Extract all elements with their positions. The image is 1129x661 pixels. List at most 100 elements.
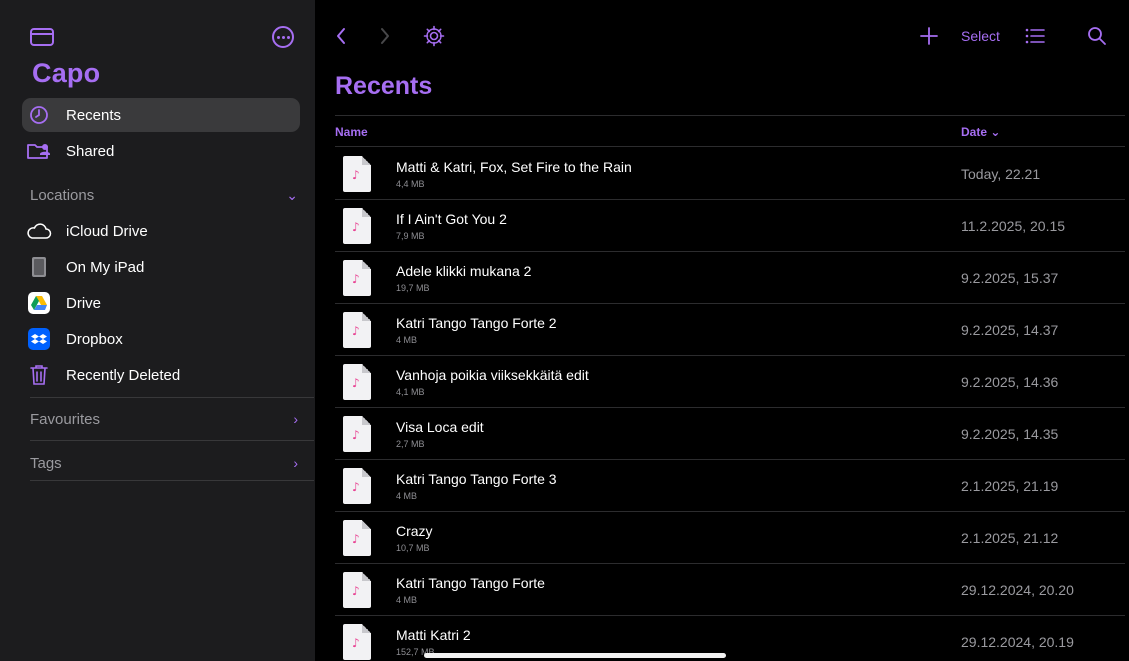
date-column-header[interactable]: Date ⌄	[961, 125, 1000, 139]
main-content: Select Recents Name Date ⌄ ♪ Matti & Kat…	[315, 0, 1129, 661]
chevron-right-icon: ›	[293, 455, 298, 471]
ipad-icon	[26, 254, 52, 280]
file-row[interactable]: ♪ Katri Tango Tango Forte 2 4 MB 9.2.202…	[335, 304, 1125, 356]
name-column-header[interactable]: Name	[335, 125, 368, 139]
audio-file-icon: ♪	[343, 572, 371, 608]
back-button[interactable]	[335, 22, 347, 50]
sidebar-item-label: Recents	[66, 106, 122, 124]
file-name: Adele klikki mukana 2	[396, 263, 532, 279]
tags-section-header[interactable]: Tags ›	[30, 448, 300, 478]
chevron-right-icon	[381, 28, 389, 44]
page-title: Recents	[335, 72, 433, 100]
sidebar-item-label: On My iPad	[66, 258, 145, 276]
cloud-icon	[26, 218, 52, 244]
audio-file-icon: ♪	[343, 364, 371, 400]
section-label: Favourites	[30, 410, 101, 428]
favourites-section-header[interactable]: Favourites ›	[30, 404, 300, 434]
file-date: 2.1.2025, 21.19	[961, 478, 1059, 494]
file-name: Visa Loca edit	[396, 419, 484, 435]
chevron-down-icon: ⌄	[286, 186, 298, 203]
file-size: 19,7 MB	[396, 283, 430, 293]
locations-section-header[interactable]: Locations ⌄	[30, 180, 300, 210]
sidebar-item-dropbox[interactable]: Dropbox	[22, 322, 300, 356]
dropbox-icon	[26, 326, 52, 352]
sidebar-item-drive[interactable]: Drive	[22, 286, 300, 320]
file-name: Katri Tango Tango Forte 3	[396, 471, 557, 487]
app-title: Capo	[32, 58, 101, 88]
gear-icon[interactable]	[423, 22, 445, 50]
file-date: 2.1.2025, 21.12	[961, 530, 1059, 546]
audio-file-icon: ♪	[343, 520, 371, 556]
audio-file-icon: ♪	[343, 260, 371, 296]
audio-file-icon: ♪	[343, 416, 371, 452]
chevron-right-icon: ›	[293, 411, 298, 427]
sidebar-item-label: iCloud Drive	[66, 222, 148, 240]
sidebar-item-icloud-drive[interactable]: iCloud Drive	[22, 214, 300, 248]
sidebar-item-label: Recently Deleted	[66, 366, 181, 384]
trash-icon	[26, 362, 52, 388]
add-button[interactable]	[920, 22, 938, 50]
file-name: Katri Tango Tango Forte 2	[396, 315, 557, 331]
sidebar-toggle-icon[interactable]	[30, 28, 54, 46]
file-name: Vanhoja poikia viiksekkäitä edit	[396, 367, 589, 383]
more-options-icon[interactable]	[272, 26, 294, 48]
file-date: 29.12.2024, 20.19	[961, 634, 1074, 650]
select-button[interactable]: Select	[961, 22, 1000, 50]
file-row[interactable]: ♪ Crazy 10,7 MB 2.1.2025, 21.12	[335, 512, 1125, 564]
file-name: Katri Tango Tango Forte	[396, 575, 545, 591]
file-name: Crazy	[396, 523, 433, 539]
file-date: Today, 22.21	[961, 166, 1041, 182]
file-row[interactable]: ♪ Adele klikki mukana 2 19,7 MB 9.2.2025…	[335, 252, 1125, 304]
divider	[30, 480, 314, 481]
section-label: Locations	[30, 186, 95, 204]
sidebar-top-bar	[0, 22, 315, 52]
file-row[interactable]: ♪ Matti & Katri, Fox, Set Fire to the Ra…	[335, 148, 1125, 200]
file-row[interactable]: ♪ Visa Loca edit 2,7 MB 9.2.2025, 14.35	[335, 408, 1125, 460]
sidebar-item-recents[interactable]: Recents	[22, 98, 300, 132]
divider	[30, 397, 314, 398]
divider	[30, 440, 314, 441]
audio-file-icon: ♪	[343, 624, 371, 660]
sidebar-item-label: Shared	[66, 142, 115, 160]
shared-folder-icon	[26, 138, 52, 164]
sidebar-item-recently-deleted[interactable]: Recently Deleted	[22, 358, 300, 392]
sidebar-item-shared[interactable]: Shared	[22, 134, 300, 168]
file-date: 9.2.2025, 14.35	[961, 426, 1059, 442]
file-date: 11.2.2025, 20.15	[961, 218, 1066, 234]
sidebar-item-label: Dropbox	[66, 330, 123, 348]
list-view-icon[interactable]	[1025, 22, 1045, 50]
file-row[interactable]: ♪ Katri Tango Tango Forte 3 4 MB 2.1.202…	[335, 460, 1125, 512]
chevron-left-icon	[337, 28, 345, 44]
google-drive-icon	[26, 290, 52, 316]
file-size: 4,1 MB	[396, 387, 425, 397]
sidebar-item-on-my-ipad[interactable]: On My iPad	[22, 250, 300, 284]
file-size: 2,7 MB	[396, 439, 425, 449]
plus-icon	[920, 27, 938, 45]
file-size: 4,4 MB	[396, 179, 425, 189]
file-date: 9.2.2025, 14.37	[961, 322, 1059, 338]
home-indicator[interactable]	[424, 653, 726, 658]
file-size: 7,9 MB	[396, 231, 425, 241]
section-label: Tags	[30, 454, 62, 472]
file-date: 29.12.2024, 20.20	[961, 582, 1074, 598]
file-row[interactable]: ♪ Katri Tango Tango Forte 4 MB 29.12.202…	[335, 564, 1125, 616]
file-date: 9.2.2025, 14.36	[961, 374, 1059, 390]
audio-file-icon: ♪	[343, 468, 371, 504]
sidebar-item-label: Drive	[66, 294, 102, 312]
sidebar: Capo Recents Shared Locations ⌄ iCloud D…	[0, 0, 315, 661]
audio-file-icon: ♪	[343, 312, 371, 348]
file-row[interactable]: ♪ If I Ain't Got You 2 7,9 MB 11.2.2025,…	[335, 200, 1125, 252]
file-size: 4 MB	[396, 491, 418, 501]
search-icon[interactable]	[1087, 22, 1107, 50]
audio-file-icon: ♪	[343, 208, 371, 244]
file-row[interactable]: ♪ Vanhoja poikia viiksekkäitä edit 4,1 M…	[335, 356, 1125, 408]
forward-button[interactable]	[379, 22, 391, 50]
column-header: Name Date ⌄	[335, 115, 1125, 147]
file-size: 10,7 MB	[396, 543, 430, 553]
file-name: Matti Katri 2	[396, 627, 471, 643]
file-date: 9.2.2025, 15.37	[961, 270, 1059, 286]
audio-file-icon: ♪	[343, 156, 371, 192]
clock-icon	[26, 102, 52, 128]
file-size: 4 MB	[396, 335, 418, 345]
file-size: 4 MB	[396, 595, 418, 605]
